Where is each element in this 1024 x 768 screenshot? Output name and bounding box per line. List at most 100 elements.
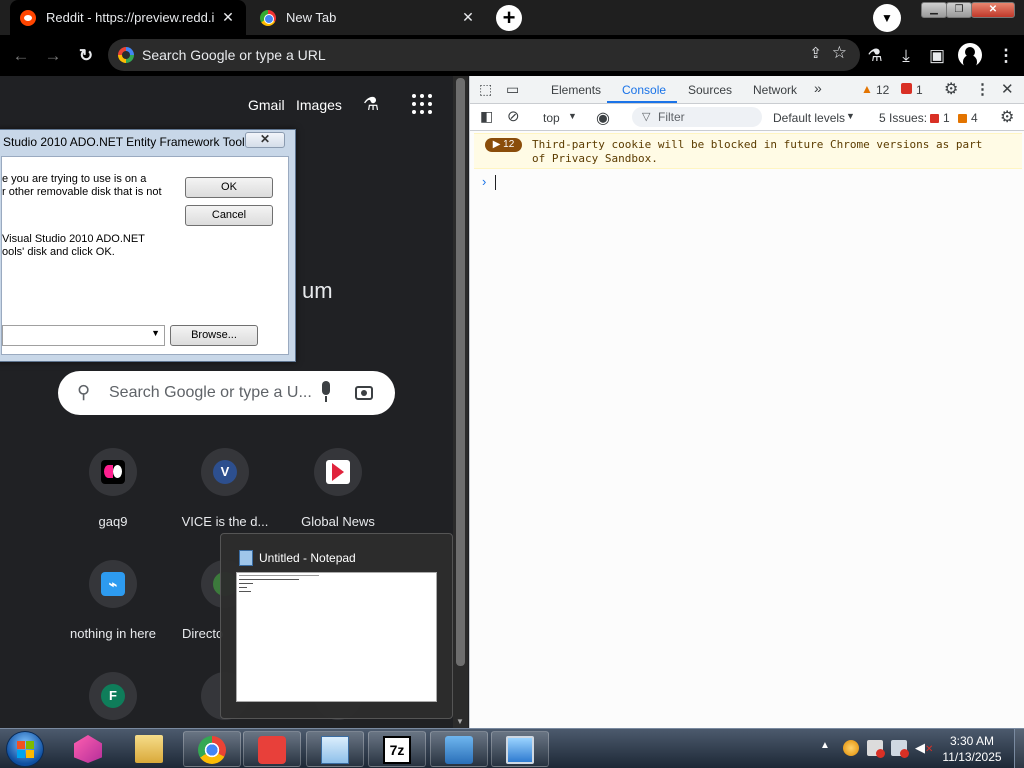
device-toolbar-icon[interactable]: ▭ [506, 81, 519, 98]
action-center-flag-icon[interactable] [867, 740, 885, 758]
back-icon[interactable]: ← [8, 43, 34, 69]
tab-console[interactable]: Console [622, 83, 666, 97]
bookmark-star-icon[interactable]: ☆ [832, 43, 847, 63]
reddit-icon [20, 9, 36, 26]
show-desktop-button[interactable] [1014, 729, 1024, 768]
gmail-link[interactable]: Gmail [248, 97, 285, 113]
tab-elements[interactable]: Elements [551, 83, 601, 97]
taskbar-explorer[interactable] [121, 731, 179, 767]
chevron-down-icon[interactable]: ▼ [568, 111, 577, 121]
console-input-caret[interactable] [495, 175, 496, 190]
window-minimize-button[interactable]: ▁ [921, 2, 947, 18]
side-panel-icon[interactable]: ▣ [924, 43, 950, 69]
taskbar-chrome[interactable] [183, 731, 241, 767]
ntp-search-box[interactable]: ⚲ Search Google or type a U... [58, 371, 395, 415]
tab-sources[interactable]: Sources [688, 83, 732, 97]
scrollbar-thumb[interactable] [456, 78, 465, 666]
taskbar-remote-desktop[interactable] [491, 731, 549, 767]
clock-date[interactable]: 11/13/2025 [934, 750, 1010, 764]
taskbar-app[interactable] [243, 731, 301, 767]
start-button[interactable] [6, 731, 44, 767]
taskbar-app[interactable] [60, 731, 118, 767]
taskbar-7zip[interactable]: 7z [368, 731, 426, 767]
dialog-instruction: ools' disk and click OK. [2, 246, 115, 258]
shortcut-label: Global News [301, 514, 375, 529]
scroll-down-arrow-icon[interactable]: ▼ [456, 717, 464, 726]
tab-close-icon[interactable]: ✕ [460, 9, 476, 26]
console-settings-gear-icon[interactable]: ⚙ [1000, 107, 1014, 127]
shortcut-tile[interactable]: Global News [282, 448, 394, 529]
labs-icon[interactable]: ⚗ [363, 94, 379, 115]
window-maximize-button[interactable]: ❐ [946, 2, 972, 18]
shortcut-icon: ⌁ [101, 572, 125, 596]
reload-icon[interactable]: ↻ [73, 43, 99, 69]
shortcut-circle: ⌁ [89, 560, 137, 608]
sidebar-toggle-icon[interactable]: ◧ [480, 108, 493, 125]
forward-icon[interactable]: → [40, 43, 66, 69]
devtools-tab-bar: ⬚ ▭ Elements Console Sources Network » ▲… [470, 76, 1024, 104]
issues-error-count[interactable]: 1 [943, 111, 950, 125]
page-scrollbar[interactable]: ▼ [453, 76, 468, 728]
error-count[interactable]: 1 [916, 83, 923, 97]
ntp-partial-text: um [302, 278, 333, 303]
customize-menu-icon[interactable]: ⋮ [975, 80, 990, 98]
camera-icon[interactable] [355, 386, 373, 400]
warning-count[interactable]: 12 [876, 83, 889, 97]
settings-gear-icon[interactable]: ⚙ [944, 79, 958, 99]
labs-icon[interactable]: ⚗ [862, 43, 888, 69]
live-expression-eye-icon[interactable]: ◉ [596, 108, 610, 128]
dialog-title: Studio 2010 ADO.NET Entity Framework Too… [3, 135, 251, 149]
browse-button[interactable]: Browse... [170, 325, 258, 346]
issues-warning-count[interactable]: 4 [971, 111, 978, 125]
tab-search-button[interactable]: ▼ [873, 4, 901, 32]
images-link[interactable]: Images [296, 97, 342, 113]
shortcut-tile[interactable]: F [57, 672, 169, 720]
chevron-down-icon[interactable]: ▼ [846, 111, 855, 121]
shortcut-icon: F [101, 684, 125, 708]
console-warning-message[interactable]: ▶ 12 Third-party cookie will be blocked … [474, 133, 1022, 169]
message-repeat-badge[interactable]: ▶ 12 [485, 138, 522, 152]
show-hidden-icons-button[interactable]: ▲ [820, 740, 830, 751]
clear-console-icon[interactable]: ⊘ [507, 107, 520, 125]
dialog-close-button[interactable]: ✕ [245, 132, 285, 148]
microphone-icon[interactable] [320, 381, 332, 403]
network-icon[interactable] [891, 740, 909, 758]
app-icon [74, 735, 102, 763]
chrome-icon [198, 736, 226, 764]
speaker-muted-icon[interactable]: ◀✕ [915, 740, 933, 756]
new-tab-button[interactable]: + [496, 5, 522, 31]
clock-time[interactable]: 3:30 AM [934, 734, 1010, 748]
taskbar-control-panel[interactable] [430, 731, 488, 767]
disk-path-combo[interactable]: ▼ [2, 325, 165, 346]
more-tabs-icon[interactable]: » [814, 80, 822, 96]
shortcut-tile[interactable]: gaq9 [57, 448, 169, 529]
issues-label[interactable]: 5 Issues: [879, 111, 927, 125]
share-icon[interactable]: ⇪ [809, 44, 822, 62]
log-levels-dropdown[interactable]: Default levels [773, 111, 845, 125]
console-filter-input[interactable]: ▽ Filter [632, 107, 762, 127]
close-devtools-icon[interactable]: ✕ [1001, 80, 1014, 98]
dialog-instruction: Visual Studio 2010 ADO.NET [2, 233, 145, 245]
shortcut-tile[interactable]: ⌁ nothing in here [57, 560, 169, 641]
profile-avatar[interactable] [958, 43, 982, 67]
downloads-icon[interactable]: ⤓ [893, 43, 919, 69]
inspect-element-icon[interactable]: ⬚ [479, 81, 492, 98]
window-close-button[interactable]: ✕ [971, 2, 1015, 18]
ok-button[interactable]: OK [185, 177, 273, 198]
tab-new-tab[interactable]: New Tab ✕ [250, 0, 486, 35]
tab-network[interactable]: Network [753, 83, 797, 97]
shortcut-label: nothing in here [69, 626, 156, 641]
taskbar-notepad[interactable] [306, 731, 364, 767]
tray-app-icon[interactable] [843, 740, 859, 756]
notepad-taskbar-preview[interactable]: Untitled - Notepad [220, 533, 453, 719]
tab-close-icon[interactable]: ✕ [220, 9, 236, 26]
shortcut-tile[interactable]: V VICE is the d... [169, 448, 281, 529]
omnibox[interactable]: Search Google or type a URL ⇪ ☆ [108, 39, 860, 71]
ntp-search-placeholder: Search Google or type a U... [109, 384, 312, 401]
tab-reddit[interactable]: Reddit - https://preview.redd.it/s ✕ [10, 0, 246, 35]
cancel-button[interactable]: Cancel [185, 205, 273, 226]
error-icon [901, 83, 912, 94]
chrome-menu-icon[interactable]: ⋮ [993, 43, 1019, 69]
context-selector[interactable]: top [543, 111, 560, 125]
google-apps-icon[interactable] [412, 94, 432, 114]
